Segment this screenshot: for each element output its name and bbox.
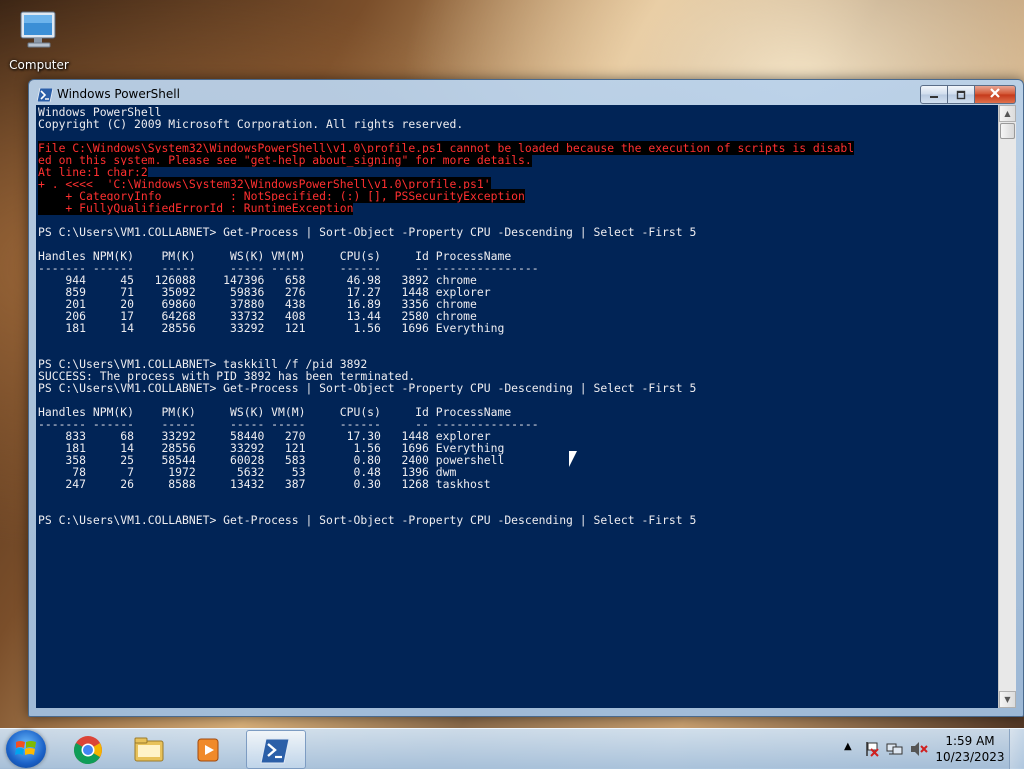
window-controls	[920, 85, 1016, 104]
scroll-up-button[interactable]: ▲	[999, 105, 1016, 122]
minimize-icon	[929, 85, 939, 104]
vertical-scrollbar[interactable]: ▲ ▼	[998, 105, 1016, 708]
scroll-thumb[interactable]	[1000, 123, 1015, 139]
maximize-icon	[956, 85, 966, 104]
desktop-icon-computer[interactable]: Computer	[8, 8, 70, 72]
scroll-down-button[interactable]: ▼	[999, 691, 1016, 708]
show-hidden-icons-chevron[interactable]: ▲	[844, 741, 852, 752]
taskbar-clock[interactable]: 1:59 AM 10/23/2023	[930, 733, 1010, 765]
taskbar-explorer[interactable]	[120, 730, 178, 767]
maximize-button[interactable]	[948, 85, 975, 104]
minimize-button[interactable]	[920, 85, 948, 104]
process-row: 247 26 8588 13432 387 0.30 1268 taskhost	[38, 477, 491, 491]
computer-icon	[8, 8, 70, 52]
show-desktop-button[interactable]	[1009, 729, 1024, 769]
prompt-line: PS C:\Users\VM1.COLLABNET> Get-Process |…	[38, 225, 697, 239]
close-button[interactable]	[975, 85, 1016, 104]
powershell-window: Windows PowerShell Windows PowerShell Co…	[28, 79, 1024, 717]
error-line: + FullyQualifiedErrorId : RuntimeExcepti…	[38, 201, 354, 215]
console-header-line: Copyright (C) 2009 Microsoft Corporation…	[38, 117, 464, 131]
prompt-line: PS C:\Users\VM1.COLLABNET> Get-Process |…	[38, 381, 697, 395]
clock-time: 1:59 AM	[945, 734, 995, 748]
system-tray: ▲ 1:59 AM 10/23/2023	[824, 729, 1024, 769]
taskbar-chrome[interactable]	[60, 730, 118, 767]
taskbar-powershell[interactable]	[246, 730, 306, 769]
taskbar: ▲ 1:59 AM 10/23/2023	[0, 728, 1024, 769]
window-title: Windows PowerShell	[57, 87, 180, 101]
desktop-icon-label: Computer	[9, 58, 69, 72]
close-icon	[989, 87, 1001, 102]
volume-muted-icon[interactable]	[910, 741, 928, 761]
start-button[interactable]	[6, 730, 46, 768]
network-icon[interactable]	[886, 741, 904, 761]
window-titlebar[interactable]: Windows PowerShell	[29, 80, 1023, 108]
action-center-flag-icon[interactable]	[864, 741, 880, 761]
taskbar-media-player[interactable]	[180, 730, 238, 767]
prompt-line: PS C:\Users\VM1.COLLABNET> Get-Process |…	[38, 513, 697, 527]
console-text: Windows PowerShell Copyright (C) 2009 Mi…	[36, 105, 998, 526]
console-output[interactable]: Windows PowerShell Copyright (C) 2009 Mi…	[36, 105, 998, 708]
process-row: 181 14 28556 33292 121 1.56 1696 Everyth…	[38, 321, 505, 335]
clock-date: 10/23/2023	[935, 750, 1005, 764]
powershell-icon	[36, 87, 54, 106]
mouse-cursor-icon	[569, 451, 577, 467]
